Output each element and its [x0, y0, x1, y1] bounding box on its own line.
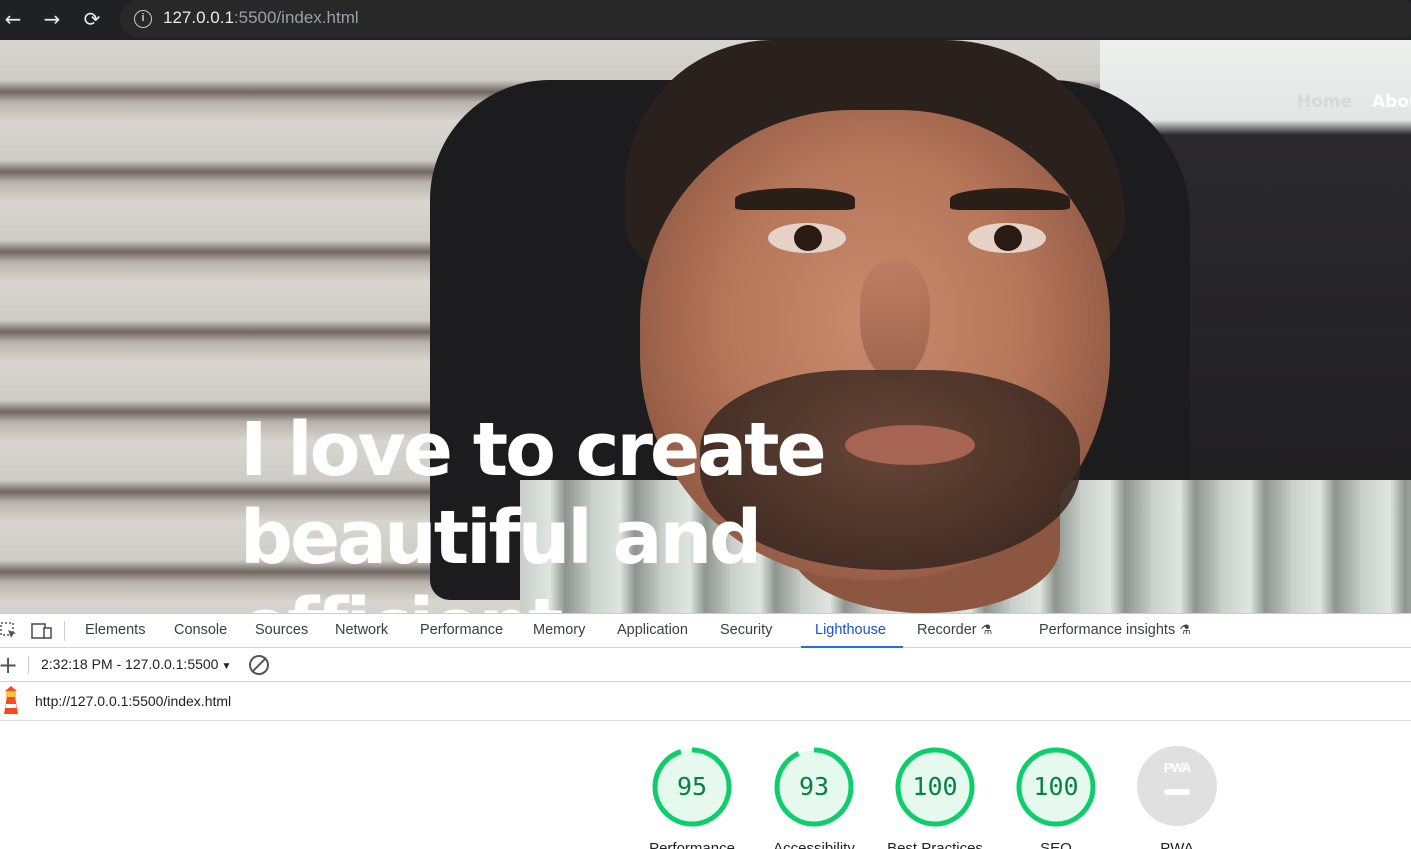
address-text[interactable]: 127.0.0.1:5500/index.html	[163, 8, 359, 28]
tab-lighthouse[interactable]: Lighthouse	[815, 622, 886, 638]
report-selector[interactable]: 2:32:18 PM - 127.0.0.1:5500 ▼	[41, 656, 231, 672]
hero-mouth	[845, 425, 975, 465]
report-url-row: http://127.0.0.1:5500/index.html	[0, 682, 1411, 721]
tab-performance-insights-label: Performance insights	[1039, 622, 1176, 638]
flask-icon: ⚗	[980, 623, 993, 638]
score-value: 100	[1033, 772, 1079, 801]
hero-headline: I love to create beautiful and efficient…	[240, 406, 860, 613]
toolbar-separator	[28, 656, 29, 674]
devtools-panel: Elements Console Sources Network Perform…	[0, 613, 1411, 849]
score-gauge-accessibility[interactable]: 93	[773, 746, 855, 828]
url-host: 127.0.0.1	[163, 8, 234, 27]
score-value: 100	[912, 772, 958, 801]
dropdown-arrow-icon: ▼	[221, 661, 232, 672]
tab-sources[interactable]: Sources	[255, 622, 308, 638]
tab-memory[interactable]: Memory	[533, 622, 585, 638]
hero-line-1: I love to create	[240, 407, 827, 493]
tab-application[interactable]: Application	[617, 622, 688, 638]
hero-right-eye	[968, 223, 1046, 253]
category-label-seo[interactable]: SEO	[996, 840, 1116, 849]
pwa-badge-text: PWA	[1163, 760, 1192, 775]
category-label-pwa[interactable]: PWA	[1117, 840, 1237, 849]
category-label-accessibility[interactable]: Accessibility	[754, 840, 874, 849]
hero-left-brow	[735, 188, 855, 210]
score-gauge-performance[interactable]: 95	[651, 746, 733, 828]
score-value: 95	[676, 772, 708, 801]
tab-recorder[interactable]: Recorder ⚗	[917, 622, 992, 638]
tab-elements[interactable]: Elements	[85, 622, 145, 638]
tab-console[interactable]: Console	[174, 622, 227, 638]
score-value: 93	[798, 772, 830, 801]
device-toolbar-icon[interactable]	[31, 622, 53, 640]
url-path: :5500/index.html	[233, 8, 359, 27]
category-label-best-practices[interactable]: Best Practices	[875, 840, 995, 849]
tab-separator	[64, 621, 65, 641]
report-selector-value: 2:32:18 PM - 127.0.0.1:5500	[41, 656, 219, 672]
report-url[interactable]: http://127.0.0.1:5500/index.html	[35, 693, 231, 709]
nav-link-about[interactable]: Abou	[1372, 92, 1411, 112]
tab-security[interactable]: Security	[720, 622, 772, 638]
tab-network[interactable]: Network	[335, 622, 388, 638]
browser-toolbar: ← → ⟳ i 127.0.0.1:5500/index.html	[0, 0, 1411, 40]
category-label-performance[interactable]: Performance	[632, 840, 752, 849]
forward-icon[interactable]: →	[39, 6, 65, 32]
hero-nose	[860, 260, 930, 380]
clear-all-icon[interactable]	[249, 655, 269, 675]
inspect-element-icon[interactable]	[0, 622, 18, 640]
nav-link-home[interactable]: Home	[1297, 92, 1352, 112]
hero-line-3: efficient websites	[240, 582, 860, 613]
hero-line-2: beautiful and	[240, 495, 762, 581]
tab-recorder-label: Recorder	[917, 622, 977, 638]
pwa-badge[interactable]: PWA	[1137, 746, 1217, 826]
new-report-plus-icon[interactable]: +	[0, 651, 18, 679]
site-info-icon[interactable]: i	[134, 10, 152, 28]
lighthouse-logo-icon	[4, 686, 18, 714]
lighthouse-toolbar: + 2:32:18 PM - 127.0.0.1:5500 ▼	[0, 648, 1411, 682]
page-viewport: Home Abou I love to create beautiful and…	[0, 40, 1411, 613]
back-icon[interactable]: ←	[0, 6, 26, 32]
pwa-dash-icon	[1164, 789, 1190, 795]
score-gauge-best-practices[interactable]: 100	[894, 746, 976, 828]
hero-right-brow	[950, 188, 1070, 210]
tab-performance[interactable]: Performance	[420, 622, 503, 638]
tab-performance-insights[interactable]: Performance insights ⚗	[1039, 622, 1191, 638]
reload-icon[interactable]: ⟳	[79, 6, 105, 32]
hero-left-eye	[768, 223, 846, 253]
devtools-tab-bar: Elements Console Sources Network Perform…	[0, 614, 1411, 648]
score-gauge-seo[interactable]: 100	[1015, 746, 1097, 828]
flask-icon: ⚗	[1179, 623, 1191, 638]
address-bar[interactable]: i 127.0.0.1:5500/index.html	[120, 0, 1411, 38]
